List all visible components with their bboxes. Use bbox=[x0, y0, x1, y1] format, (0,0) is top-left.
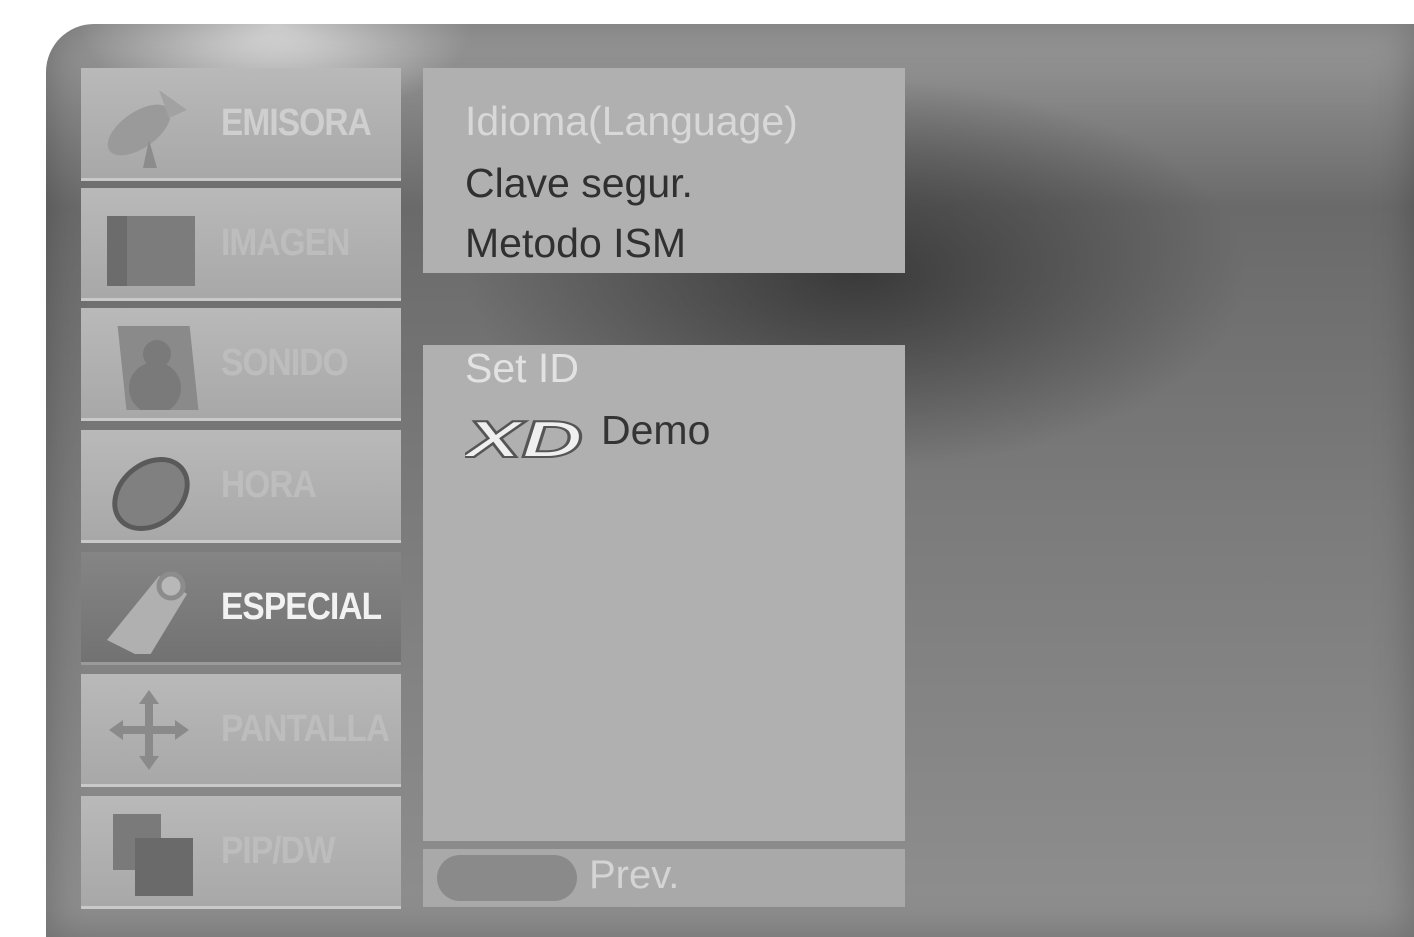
prev-label: Prev. bbox=[589, 853, 680, 897]
menu-item-hora[interactable]: HORA bbox=[81, 430, 401, 543]
menu-button-indicator bbox=[437, 855, 577, 901]
antenna-icon bbox=[107, 90, 187, 168]
option-metodo-ism[interactable]: Metodo ISM bbox=[465, 220, 686, 267]
menu-item-pip-dw[interactable]: PIP/DW bbox=[81, 796, 401, 909]
speaker-icon bbox=[117, 326, 199, 410]
menu-item-label: SONIDO bbox=[221, 341, 349, 384]
pip-windows-icon bbox=[113, 814, 193, 896]
menu-item-label: PANTALLA bbox=[221, 707, 390, 750]
menu-item-especial[interactable]: ESPECIAL bbox=[81, 552, 401, 665]
option-xd-demo[interactable]: Demo bbox=[601, 407, 710, 454]
tag-icon bbox=[107, 571, 187, 654]
menu-item-label: EMISORA bbox=[221, 101, 372, 144]
tv-osd-menu: EMISORA IMAGEN SONIDO HORA ESPECIAL PANT… bbox=[46, 24, 1414, 937]
svg-text:XD: XD bbox=[465, 415, 583, 461]
option-set-id[interactable]: Set ID bbox=[465, 345, 579, 392]
menu-item-imagen[interactable]: IMAGEN bbox=[81, 188, 401, 301]
menu-item-label: PIP/DW bbox=[221, 829, 336, 872]
menu-item-emisora[interactable]: EMISORA bbox=[81, 68, 401, 181]
menu-item-label: IMAGEN bbox=[221, 221, 350, 264]
clock-icon bbox=[112, 457, 190, 531]
xd-logo: XD bbox=[465, 415, 583, 461]
menu-item-pantalla[interactable]: PANTALLA bbox=[81, 674, 401, 787]
option-idioma[interactable]: Idioma(Language) bbox=[465, 98, 798, 145]
submenu-extra-panel: Set ID XD Demo bbox=[423, 345, 905, 841]
menu-item-label: HORA bbox=[221, 463, 317, 506]
move-arrows-icon bbox=[109, 690, 189, 770]
submenu-options-panel: Idioma(Language) Clave segur. Metodo ISM bbox=[423, 68, 905, 273]
picture-icon bbox=[107, 216, 195, 286]
footer-hint-bar: Prev. bbox=[423, 849, 905, 907]
option-clave-segur[interactable]: Clave segur. bbox=[465, 160, 693, 207]
menu-item-sonido[interactable]: SONIDO bbox=[81, 308, 401, 421]
menu-item-label: ESPECIAL bbox=[221, 585, 382, 628]
